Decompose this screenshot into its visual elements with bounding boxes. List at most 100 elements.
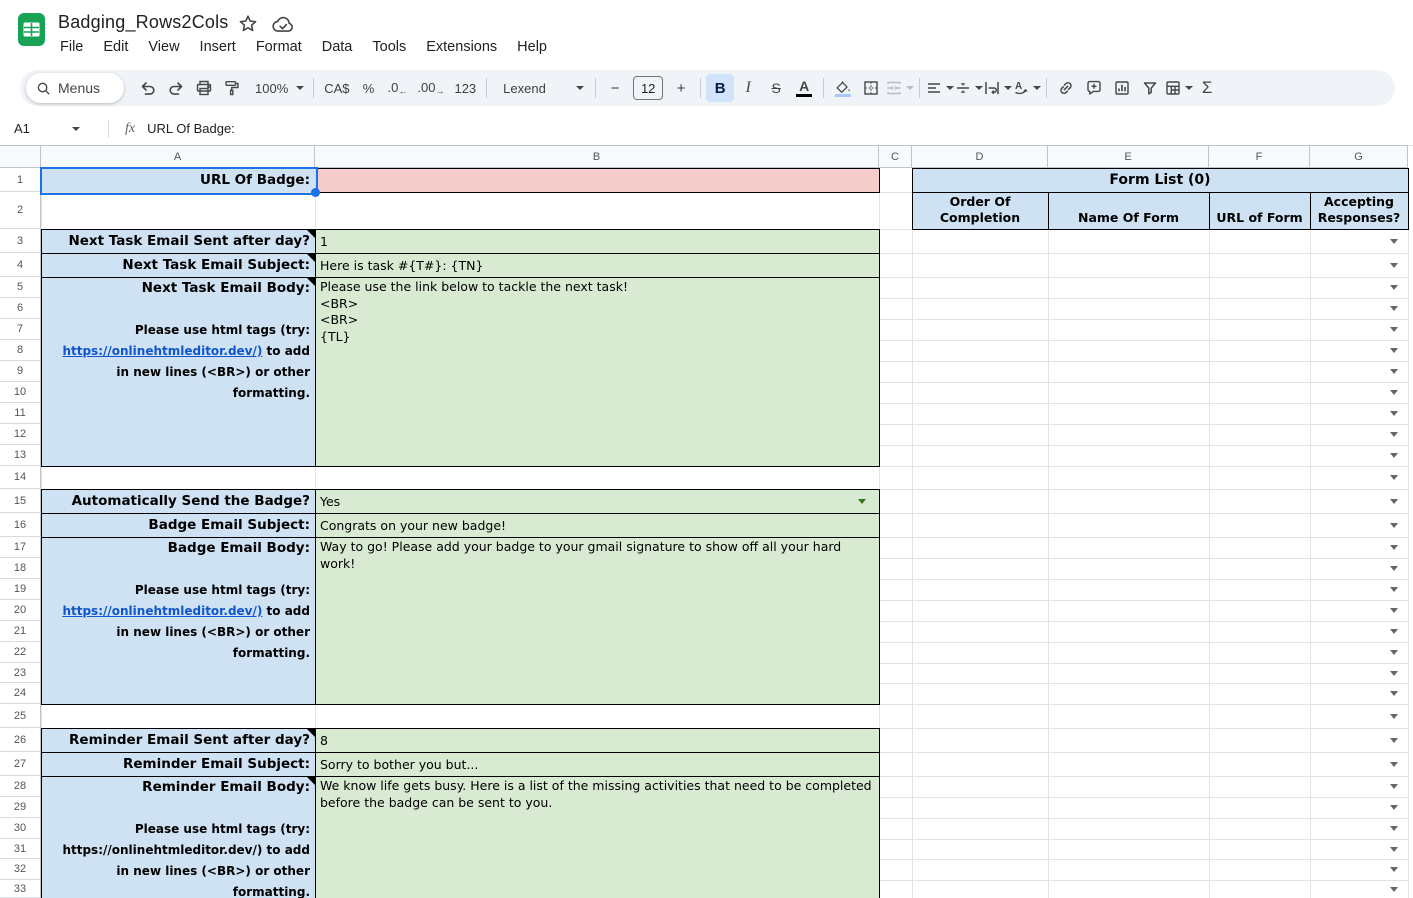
text-rotation-button[interactable]: A <box>1012 74 1042 102</box>
select-all-corner[interactable] <box>0 145 41 168</box>
star-icon[interactable] <box>238 14 258 34</box>
row-header[interactable]: 10 <box>0 382 41 403</box>
row-header[interactable]: 11 <box>0 403 41 424</box>
increase-decimal-button[interactable]: .00→ <box>412 74 449 102</box>
dropdown-icon[interactable] <box>1390 587 1398 592</box>
row-header[interactable]: 8 <box>0 340 41 361</box>
form-list-header-url[interactable]: URL of Form <box>1209 192 1310 229</box>
menu-tools[interactable]: Tools <box>362 36 416 58</box>
cell-b1-badge-url-input[interactable] <box>315 168 879 192</box>
text-color-button[interactable]: A <box>790 74 818 102</box>
decrease-font-size-button[interactable]: − <box>601 74 629 102</box>
row-header[interactable]: 2 <box>0 192 41 229</box>
dropdown-icon[interactable] <box>1390 826 1398 831</box>
cell-a26[interactable]: Reminder Email Sent after day? <box>41 728 315 752</box>
decrease-decimal-button[interactable]: .0← <box>383 74 413 102</box>
functions-button[interactable]: Σ <box>1193 74 1221 102</box>
cell-a17-badge-body-label[interactable]: Badge Email Body: Please use html tags (… <box>41 537 315 704</box>
menu-format[interactable]: Format <box>246 36 312 58</box>
vertical-align-button[interactable] <box>954 74 984 102</box>
row-header[interactable]: 14 <box>0 466 41 489</box>
row-header[interactable]: 20 <box>0 600 41 621</box>
row-header[interactable]: 23 <box>0 663 41 683</box>
col-header-e[interactable]: E <box>1048 145 1209 168</box>
insert-comment-button[interactable] <box>1080 74 1108 102</box>
dropdown-icon[interactable] <box>1390 348 1398 353</box>
col-header-f[interactable]: F <box>1209 145 1310 168</box>
row-header[interactable]: 16 <box>0 513 41 537</box>
dropdown-icon[interactable] <box>1390 761 1398 767</box>
row-header[interactable]: 28 <box>0 776 41 797</box>
dropdown-icon[interactable] <box>1390 262 1398 268</box>
dropdown-icon[interactable] <box>1390 867 1398 872</box>
dropdown-icon[interactable] <box>1390 846 1398 852</box>
col-header-c[interactable]: C <box>879 145 912 168</box>
dropdown-icon[interactable] <box>1390 670 1398 676</box>
dropdown-icon[interactable] <box>1390 390 1398 395</box>
search-menus-button[interactable]: Menus <box>26 73 124 103</box>
col-header-b[interactable]: B <box>315 145 879 168</box>
col-header-a[interactable]: A <box>41 145 315 168</box>
cell-b3[interactable]: 1 <box>315 229 879 253</box>
dropdown-icon[interactable] <box>1390 650 1398 655</box>
dropdown-icon[interactable] <box>1390 306 1398 311</box>
cell-b27[interactable]: Sorry to bother you but... <box>315 752 879 776</box>
row-header[interactable]: 15 <box>0 489 41 513</box>
row-header[interactable]: 9 <box>0 361 41 382</box>
print-button[interactable] <box>190 74 218 102</box>
cloud-status-icon[interactable] <box>271 15 295 34</box>
dropdown-icon[interactable] <box>1390 498 1398 504</box>
row-header[interactable]: 7 <box>0 319 41 340</box>
dropdown-icon[interactable] <box>1390 285 1398 290</box>
row-header[interactable]: 32 <box>0 859 41 880</box>
menu-data[interactable]: Data <box>312 36 363 58</box>
dropdown-icon[interactable] <box>1390 691 1398 696</box>
more-formats-button[interactable]: 123 <box>449 74 481 102</box>
html-editor-link[interactable]: https://onlinehtmleditor.dev/) <box>62 344 262 358</box>
form-list-header-name[interactable]: Name Of Form <box>1048 192 1209 229</box>
strikethrough-button[interactable]: S <box>762 74 790 102</box>
row-header[interactable]: 22 <box>0 642 41 663</box>
cell-b16[interactable]: Congrats on your new badge! <box>315 513 879 537</box>
menu-file[interactable]: File <box>50 36 93 58</box>
undo-button[interactable] <box>134 74 162 102</box>
fill-color-button[interactable] <box>829 74 857 102</box>
dropdown-icon[interactable] <box>1390 327 1398 332</box>
selection-fill-handle[interactable] <box>311 188 320 197</box>
cell-a5-next-task-body-label[interactable]: Next Task Email Body: Please use html ta… <box>41 277 315 466</box>
document-title[interactable]: Badging_Rows2Cols <box>58 12 229 33</box>
row-header[interactable]: 19 <box>0 579 41 600</box>
dropdown-icon[interactable] <box>1390 432 1398 437</box>
italic-button[interactable]: I <box>734 74 762 102</box>
row-header[interactable]: 18 <box>0 558 41 579</box>
table-views-button[interactable] <box>1164 74 1194 102</box>
dropdown-icon[interactable] <box>1390 411 1398 416</box>
row-header[interactable]: 31 <box>0 839 41 859</box>
sheets-logo-icon[interactable] <box>18 13 45 46</box>
form-list-title[interactable]: Form List (0) <box>912 168 1408 192</box>
horizontal-align-button[interactable] <box>925 74 955 102</box>
dropdown-icon[interactable] <box>1390 886 1398 892</box>
dropdown-icon[interactable] <box>1390 805 1398 810</box>
cell-a16[interactable]: Badge Email Subject: <box>41 513 315 537</box>
cell-a15[interactable]: Automatically Send the Badge? <box>41 489 315 513</box>
dropdown-icon[interactable] <box>1390 453 1398 458</box>
row-header[interactable]: 17 <box>0 537 41 558</box>
row-header[interactable]: 21 <box>0 621 41 642</box>
cell-b5-next-task-body[interactable]: Please use the link below to tackle the … <box>315 277 879 466</box>
menu-help[interactable]: Help <box>507 36 557 58</box>
dropdown-icon[interactable] <box>1390 629 1398 634</box>
increase-font-size-button[interactable]: + <box>667 74 695 102</box>
paint-format-button[interactable] <box>218 74 246 102</box>
col-header-g[interactable]: G <box>1310 145 1408 168</box>
cell-b26[interactable]: 8 <box>315 728 879 752</box>
cell-b28-reminder-body[interactable]: We know life gets busy. Here is a list o… <box>315 776 879 898</box>
html-editor-link[interactable]: https://onlinehtmleditor.dev/) <box>62 604 262 618</box>
row-header[interactable]: 6 <box>0 298 41 319</box>
borders-button[interactable] <box>857 74 885 102</box>
row-header[interactable]: 30 <box>0 818 41 839</box>
row-header[interactable]: 29 <box>0 797 41 818</box>
name-box[interactable]: A1 <box>0 121 106 136</box>
bold-button[interactable]: B <box>706 74 735 102</box>
menu-view[interactable]: View <box>138 36 189 58</box>
